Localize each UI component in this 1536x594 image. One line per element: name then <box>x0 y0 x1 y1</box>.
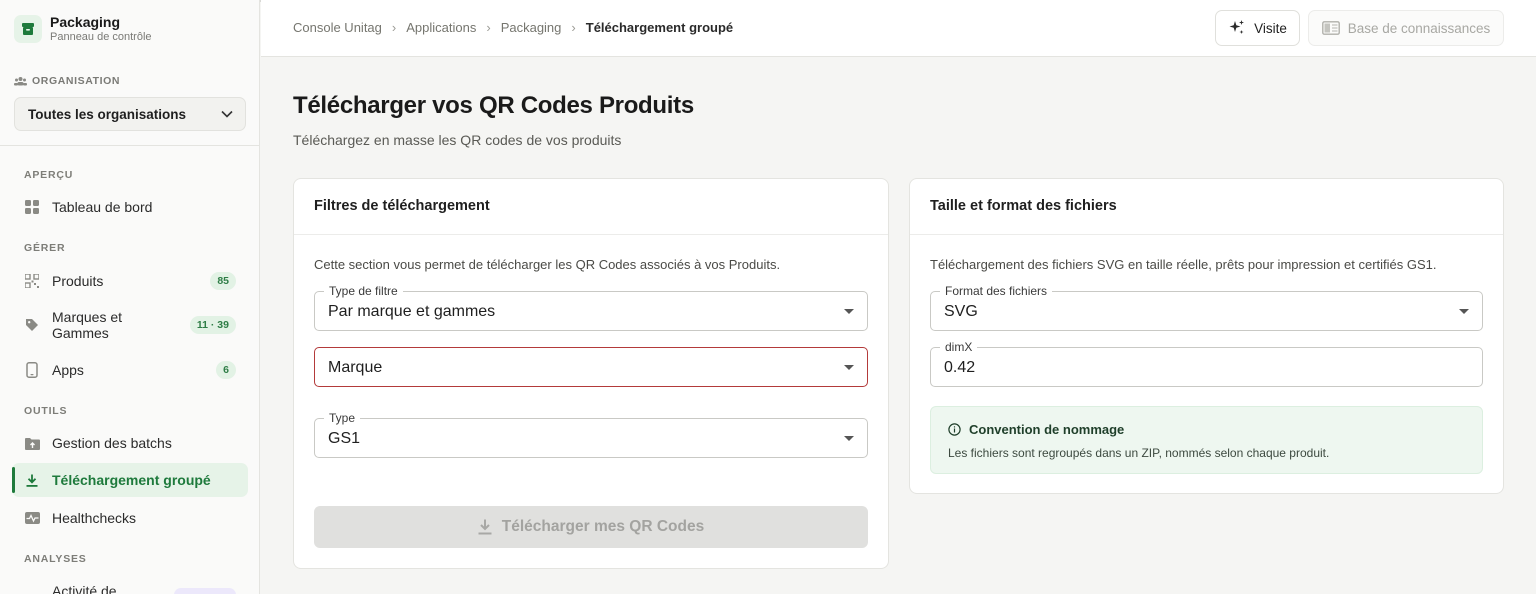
sidebar-item-label: Marques et Gammes <box>52 309 123 341</box>
breadcrumb-packaging[interactable]: Packaging <box>501 20 562 35</box>
brand-select[interactable]: Marque <box>314 347 868 387</box>
dimx-value: 0.42 <box>944 359 976 376</box>
page-title: Télécharger vos QR Codes Produits <box>293 92 694 119</box>
naming-convention-alert: Convention de nommage Les fichiers sont … <box>930 406 1483 474</box>
organisation-label-text: ORGANISATION <box>32 75 121 87</box>
folder-upload-icon <box>24 435 40 451</box>
knowledge-base-button[interactable]: Base de connaissances <box>1308 10 1504 46</box>
dimx-input[interactable]: dimX 0.42 <box>930 340 1483 387</box>
file-format-label: Format des fichiers <box>940 284 1053 298</box>
grid-icon <box>24 199 40 215</box>
pulse-icon <box>24 510 40 526</box>
qr-code-icon <box>24 273 40 289</box>
info-icon <box>948 423 961 436</box>
sidebar-item-label: Gestion des batchs <box>52 435 172 451</box>
sparkle-icon <box>1229 20 1245 34</box>
sidebar-item-batchs[interactable]: Gestion des batchs <box>12 426 248 460</box>
caret-down-icon <box>844 436 854 441</box>
activity-icon <box>24 589 40 594</box>
top-header: Console Unitag › Applications › Packagin… <box>261 0 1536 57</box>
sidebar-item-apps[interactable]: Apps 6 <box>12 353 248 387</box>
caret-down-icon <box>844 365 854 370</box>
naming-convention-title-text: Convention de nommage <box>969 422 1125 437</box>
filter-type-label: Type de filtre <box>324 284 403 298</box>
section-label-analyses: ANALYSES <box>24 553 87 565</box>
caret-down-icon <box>844 309 854 314</box>
format-card-title: Taille et format des fichiers <box>910 179 1503 235</box>
download-button-label: Télécharger mes QR Codes <box>501 518 705 535</box>
type-label: Type <box>324 411 361 425</box>
book-icon <box>1321 21 1340 35</box>
filters-card: Filtres de téléchargement Cette section … <box>293 178 889 569</box>
file-format-value: SVG <box>944 303 978 320</box>
organisation-select[interactable]: Toutes les organisations <box>14 97 246 131</box>
sidebar-item-label: Produits <box>52 273 104 289</box>
brand-subtitle: Panneau de contrôle <box>50 31 152 43</box>
sidebar-item-label: Activité de <box>52 583 117 594</box>
sidebar: Packaging Panneau de contrôle ORGANISATI… <box>0 0 260 594</box>
organisation-label: ORGANISATION <box>14 75 120 87</box>
brand[interactable]: Packaging Panneau de contrôle <box>14 14 152 44</box>
section-label-gerer: GÉRER <box>24 242 66 254</box>
caret-down-icon <box>1459 309 1469 314</box>
tag-icon <box>24 317 40 333</box>
download-qr-codes-button[interactable]: Télécharger mes QR Codes <box>314 506 868 548</box>
file-format-select[interactable]: Format des fichiers SVG <box>930 284 1483 331</box>
chevron-right-icon: › <box>391 20 397 35</box>
format-card: Taille et format des fichiers Télécharge… <box>909 178 1504 494</box>
count-badge: 11 · 39 <box>189 316 236 334</box>
type-select[interactable]: Type GS1 <box>314 411 868 458</box>
type-value: GS1 <box>328 430 361 447</box>
breadcrumb: Console Unitag › Applications › Packagin… <box>293 20 733 35</box>
sidebar-item-produits[interactable]: Produits 85 <box>12 264 248 298</box>
users-icon <box>14 77 27 86</box>
sidebar-item-label: Tableau de bord <box>52 199 153 215</box>
dimx-label: dimX <box>940 340 978 354</box>
count-badge: 6 <box>216 361 236 379</box>
download-icon <box>478 519 492 535</box>
chevron-right-icon: › <box>571 20 576 35</box>
section-label-apercu: APERÇU <box>24 169 74 181</box>
brand-name: Packaging <box>50 14 121 30</box>
sidebar-item-marques[interactable]: Marques et Gammes 11 · 39 <box>12 308 248 342</box>
knowledge-base-label: Base de connaissances <box>1347 20 1491 36</box>
visit-label: Visite <box>1254 20 1287 36</box>
download-icon <box>24 472 40 488</box>
chevron-right-icon: › <box>486 20 491 35</box>
breadcrumb-applications[interactable]: Applications <box>406 20 476 35</box>
smartphone-icon <box>24 362 40 378</box>
filters-card-description: Cette section vous permet de télécharger… <box>314 257 781 272</box>
breadcrumb-console[interactable]: Console Unitag <box>293 20 382 35</box>
sidebar-item-telechargement[interactable]: Téléchargement groupé <box>12 463 248 497</box>
filter-type-value: Par marque et gammes <box>328 303 496 320</box>
brand-placeholder: Marque <box>328 359 383 376</box>
package-box-icon <box>14 15 42 43</box>
sidebar-item-label: Healthchecks <box>52 510 137 526</box>
format-card-description: Téléchargement des fichiers SVG en taill… <box>930 257 1437 272</box>
naming-convention-title: Convention de nommage <box>948 422 1124 437</box>
sidebar-item-label: Téléchargement groupé <box>52 472 211 488</box>
page-subtitle: Téléchargez en masse les QR codes de vos… <box>293 132 622 148</box>
filter-type-select[interactable]: Type de filtre Par marque et gammes <box>314 284 868 331</box>
filters-card-title: Filtres de téléchargement <box>294 179 888 235</box>
breadcrumb-current: Téléchargement groupé <box>585 20 734 35</box>
organisation-selected-value: Toutes les organisations <box>28 106 187 122</box>
sidebar-item-label: Apps <box>52 362 84 378</box>
section-label-outils: OUTILS <box>24 405 68 417</box>
sidebar-divider <box>0 145 259 146</box>
visit-button[interactable]: Visite <box>1215 10 1300 46</box>
count-badge: 85 <box>210 272 236 290</box>
naming-convention-text: Les fichiers sont regroupés dans un ZIP,… <box>948 446 1330 460</box>
chevron-down-icon <box>221 110 233 118</box>
activity-badge <box>174 588 236 594</box>
active-indicator <box>12 467 15 493</box>
sidebar-item-healthchecks[interactable]: Healthchecks <box>12 501 248 535</box>
sidebar-item-dashboard[interactable]: Tableau de bord <box>12 190 248 224</box>
